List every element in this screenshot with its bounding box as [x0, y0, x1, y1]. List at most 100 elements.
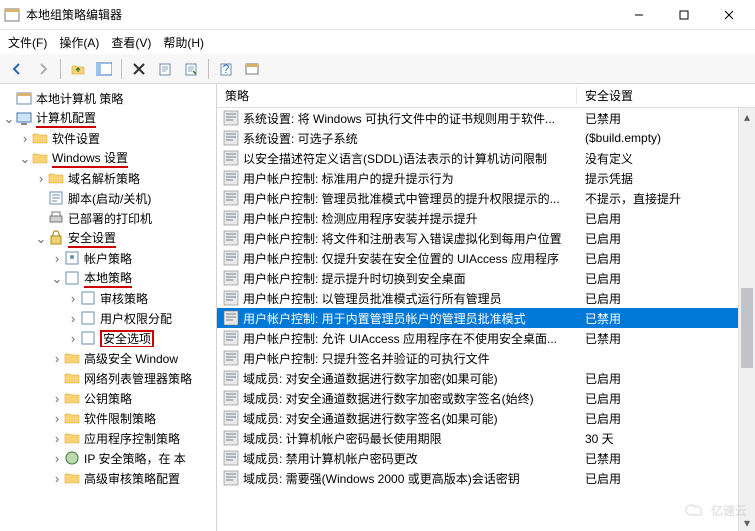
- tree-adv-audit[interactable]: › 高级审核策略配置: [0, 468, 216, 488]
- list-row[interactable]: 用户帐户控制: 用于内置管理员帐户的管理员批准模式已禁用: [217, 308, 755, 328]
- menu-action[interactable]: 操作(A): [59, 34, 99, 51]
- policy-name: 用户帐户控制: 提示提升时切换到安全桌面: [243, 270, 466, 287]
- list-row[interactable]: 域成员: 计算机帐户密码最长使用期限30 天: [217, 428, 755, 448]
- expand-icon[interactable]: ›: [50, 392, 64, 405]
- policy-root-icon: [16, 90, 32, 106]
- list-row[interactable]: 域成员: 对安全通道数据进行数字签名(如果可能)已启用: [217, 408, 755, 428]
- collapse-icon[interactable]: ⌄: [34, 232, 48, 245]
- policy-setting: 已启用: [577, 250, 755, 267]
- tree-pane[interactable]: 本地计算机 策略 ⌄ 计算机配置 › 软件设置 ⌄ Windows 设置 › 域…: [0, 84, 217, 531]
- maximize-button[interactable]: [661, 1, 706, 29]
- expand-icon[interactable]: ›: [50, 472, 64, 485]
- list-row[interactable]: 系统设置: 将 Windows 可执行文件中的证书规则用于软件...已禁用: [217, 108, 755, 128]
- expand-icon[interactable]: ›: [34, 172, 48, 185]
- menu-help[interactable]: 帮助(H): [163, 34, 204, 51]
- up-button[interactable]: [67, 58, 89, 80]
- scroll-thumb[interactable]: [741, 288, 753, 368]
- list-row[interactable]: 用户帐户控制: 标准用户的提升提示行为提示凭据: [217, 168, 755, 188]
- list-row[interactable]: 用户帐户控制: 允许 UIAccess 应用程序在不使用安全桌面...已禁用: [217, 328, 755, 348]
- close-button[interactable]: [706, 1, 751, 29]
- tree-software-settings[interactable]: › 软件设置: [0, 128, 216, 148]
- expand-icon[interactable]: ›: [50, 352, 64, 365]
- minimize-button[interactable]: [616, 1, 661, 29]
- policy-name: 域成员: 计算机帐户密码最长使用期限: [243, 430, 442, 447]
- col-header-policy[interactable]: 策略: [217, 87, 577, 104]
- tree-dns-policy[interactable]: › 域名解析策略: [0, 168, 216, 188]
- expand-icon[interactable]: ›: [66, 312, 80, 325]
- tree-audit-policy[interactable]: › 审核策略: [0, 288, 216, 308]
- list-row[interactable]: 用户帐户控制: 以管理员批准模式运行所有管理员 已启用: [217, 288, 755, 308]
- menubar: 文件(F) 操作(A) 查看(V) 帮助(H): [0, 30, 755, 54]
- policy-name: 用户帐户控制: 用于内置管理员帐户的管理员批准模式: [243, 310, 526, 327]
- list-pane[interactable]: 策略 安全设置 系统设置: 将 Windows 可执行文件中的证书规则用于软件.…: [217, 84, 755, 531]
- policy-name: 用户帐户控制: 以管理员批准模式运行所有管理员: [243, 290, 502, 307]
- expand-icon[interactable]: ›: [50, 252, 64, 265]
- list-row[interactable]: 域成员: 对安全通道数据进行数字加密(如果可能)已启用: [217, 368, 755, 388]
- vertical-scrollbar[interactable]: ▴ ▾: [738, 108, 755, 531]
- tree-local-policies[interactable]: ⌄ 本地策略: [0, 268, 216, 288]
- policy-item-icon: [223, 130, 239, 146]
- expand-icon[interactable]: ›: [50, 452, 64, 465]
- tree-security-options[interactable]: › 安全选项: [0, 328, 216, 348]
- tree-network-list-manager[interactable]: 网络列表管理器策略: [0, 368, 216, 388]
- policy-name: 用户帐户控制: 只提升签名并验证的可执行文件: [243, 350, 490, 367]
- tree-account-policies[interactable]: › 帐户策略: [0, 248, 216, 268]
- delete-button[interactable]: [128, 58, 150, 80]
- printer-icon: [48, 210, 64, 226]
- expand-icon[interactable]: ›: [18, 132, 32, 145]
- list-row[interactable]: 用户帐户控制: 提示提升时切换到安全桌面已启用: [217, 268, 755, 288]
- expand-icon[interactable]: ›: [66, 292, 80, 305]
- scripts-icon: [48, 190, 64, 206]
- policy-setting: 已启用: [577, 470, 755, 487]
- show-hide-tree-button[interactable]: [93, 58, 115, 80]
- refresh-button[interactable]: [241, 58, 263, 80]
- help-button[interactable]: ?: [215, 58, 237, 80]
- col-header-setting[interactable]: 安全设置: [577, 87, 755, 104]
- tree-deployed-printers[interactable]: 已部署的打印机: [0, 208, 216, 228]
- tree-user-rights[interactable]: › 用户权限分配: [0, 308, 216, 328]
- list-row[interactable]: 用户帐户控制: 检测应用程序安装并提示提升已启用: [217, 208, 755, 228]
- tree-ipsec[interactable]: › IP 安全策略，在 本: [0, 448, 216, 468]
- list-row[interactable]: 域成员: 禁用计算机帐户密码更改已禁用: [217, 448, 755, 468]
- properties-button[interactable]: [180, 58, 202, 80]
- expand-icon[interactable]: ›: [50, 432, 64, 445]
- scroll-up-icon[interactable]: ▴: [739, 108, 755, 125]
- policy-setting: 已禁用: [577, 330, 755, 347]
- tree-app-control[interactable]: › 应用程序控制策略: [0, 428, 216, 448]
- list-row[interactable]: 域成员: 对安全通道数据进行数字加密或数字签名(始终)已启用: [217, 388, 755, 408]
- policy-setting: 已启用: [577, 230, 755, 247]
- export-button[interactable]: [154, 58, 176, 80]
- collapse-icon[interactable]: ⌄: [18, 152, 32, 165]
- policy-setting: ($build.empty): [577, 131, 755, 145]
- policy-setting: 已启用: [577, 290, 755, 307]
- policy-setting: 已启用: [577, 390, 755, 407]
- menu-view[interactable]: 查看(V): [111, 34, 151, 51]
- list-row[interactable]: 用户帐户控制: 仅提升安装在安全位置的 UIAccess 应用程序已启用: [217, 248, 755, 268]
- user-rights-icon: [80, 310, 96, 326]
- list-row[interactable]: 用户帐户控制: 将文件和注册表写入错误虚拟化到每用户位置已启用: [217, 228, 755, 248]
- titlebar: 本地组策略编辑器: [0, 0, 755, 30]
- tree-windows-settings[interactable]: ⌄ Windows 设置: [0, 148, 216, 168]
- tree-adv-firewall[interactable]: › 高级安全 Window: [0, 348, 216, 368]
- app-icon: [4, 7, 20, 23]
- list-row[interactable]: 用户帐户控制: 管理员批准模式中管理员的提升权限提示的...不提示，直接提升: [217, 188, 755, 208]
- tree-public-key[interactable]: › 公钥策略: [0, 388, 216, 408]
- list-row[interactable]: 域成员: 需要强(Windows 2000 或更高版本)会话密钥已启用: [217, 468, 755, 488]
- collapse-icon[interactable]: ⌄: [2, 112, 16, 125]
- forward-button[interactable]: [32, 58, 54, 80]
- expand-icon[interactable]: ›: [50, 412, 64, 425]
- policy-item-icon: [223, 370, 239, 386]
- list-row[interactable]: 以安全描述符定义语言(SDDL)语法表示的计算机访问限制没有定义: [217, 148, 755, 168]
- scroll-down-icon[interactable]: ▾: [739, 514, 755, 531]
- tree-scripts[interactable]: 脚本(启动/关机): [0, 188, 216, 208]
- list-row[interactable]: 用户帐户控制: 只提升签名并验证的可执行文件: [217, 348, 755, 368]
- expand-icon[interactable]: ›: [66, 332, 80, 345]
- tree-security-settings[interactable]: ⌄ 安全设置: [0, 228, 216, 248]
- tree-root[interactable]: 本地计算机 策略: [0, 88, 216, 108]
- menu-file[interactable]: 文件(F): [8, 34, 47, 51]
- tree-computer-config[interactable]: ⌄ 计算机配置: [0, 108, 216, 128]
- list-row[interactable]: 系统设置: 可选子系统($build.empty): [217, 128, 755, 148]
- back-button[interactable]: [6, 58, 28, 80]
- collapse-icon[interactable]: ⌄: [50, 272, 64, 285]
- tree-software-restriction[interactable]: › 软件限制策略: [0, 408, 216, 428]
